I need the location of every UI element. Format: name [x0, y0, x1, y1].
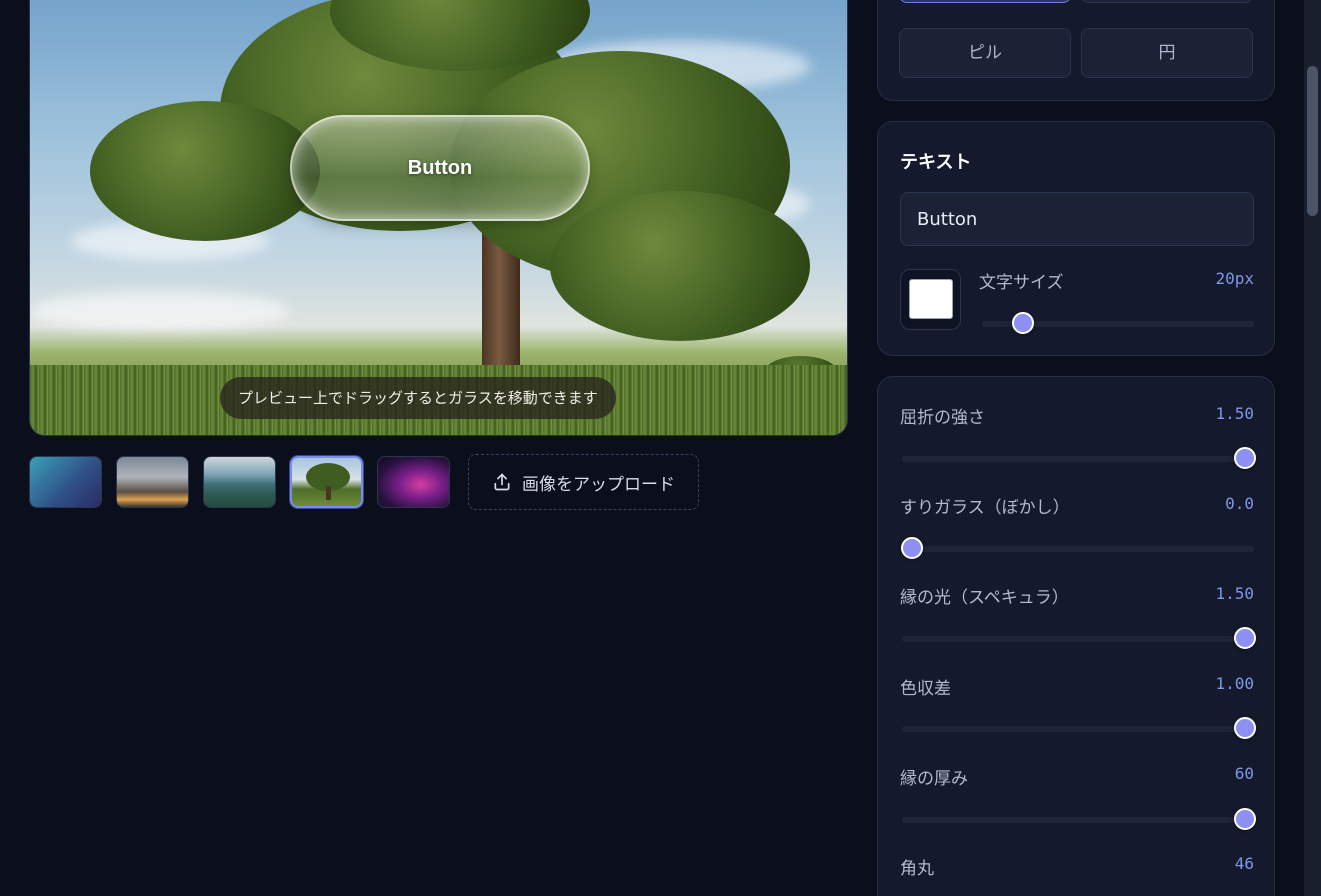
font-size-knob[interactable]	[1012, 312, 1034, 334]
frosted-blur-track[interactable]	[902, 546, 1254, 552]
shape-option-pill[interactable]: ピル	[899, 28, 1071, 78]
section-title-text: テキスト	[900, 152, 972, 173]
frosted-blur-knob[interactable]	[901, 537, 923, 559]
chromatic-aberration-knob[interactable]	[1234, 717, 1256, 739]
shape-option-circle[interactable]: 円	[1081, 28, 1253, 78]
drag-hint: プレビュー上でドラッグするとガラスを移動できます	[220, 377, 616, 419]
thumbnail-tree-trunk	[326, 486, 331, 500]
upload-image-button[interactable]: 画像をアップロード	[468, 454, 699, 510]
thumbnail-city[interactable]	[116, 456, 189, 508]
frosted-blur-label: すりガラス（ぼかし）	[900, 498, 1070, 518]
chromatic-aberration-value: 1.00	[1215, 674, 1254, 693]
thumbnail-tree[interactable]	[290, 456, 363, 508]
edge-thickness-label: 縁の厚み	[900, 769, 968, 789]
corner-radius-label: 角丸	[900, 859, 934, 879]
upload-icon	[494, 473, 510, 491]
refraction-label: 屈折の強さ	[900, 408, 985, 428]
refraction-track[interactable]	[902, 456, 1254, 462]
scrollbar-thumb[interactable]	[1307, 66, 1318, 216]
background-thumbnails: 画像をアップロード	[29, 454, 699, 510]
edge-thickness-value: 60	[1234, 764, 1254, 783]
corner-radius-value: 46	[1234, 854, 1254, 873]
glass-button-label: Button	[407, 156, 473, 179]
edge-thickness-track[interactable]	[902, 817, 1254, 823]
upload-label: 画像をアップロード	[522, 474, 675, 495]
refraction-knob[interactable]	[1234, 447, 1256, 469]
text-color-swatch	[909, 279, 953, 319]
glass-button[interactable]: Button	[290, 115, 590, 221]
effects-panel: 屈折の強さ 1.50 すりガラス（ぼかし） 0.0 縁の光（スペキュラ） 1.5…	[877, 376, 1275, 896]
thumbnail-abstract[interactable]	[377, 456, 450, 508]
text-panel: テキスト 文字サイズ 20px	[877, 121, 1275, 356]
specular-value: 1.50	[1215, 584, 1254, 603]
font-size-label: 文字サイズ	[979, 273, 1064, 293]
tree-canopy	[550, 191, 810, 341]
specular-track[interactable]	[902, 636, 1254, 642]
font-size-value: 20px	[1215, 269, 1254, 288]
specular-knob[interactable]	[1234, 627, 1256, 649]
refraction-value: 1.50	[1215, 404, 1254, 423]
thumbnail-gradient[interactable]	[29, 456, 102, 508]
tree-canopy	[90, 101, 320, 241]
specular-label: 縁の光（スペキュラ）	[900, 588, 1069, 608]
shape-panel: ピル 円	[877, 0, 1275, 101]
edge-thickness-knob[interactable]	[1234, 808, 1256, 830]
chromatic-aberration-track[interactable]	[902, 726, 1254, 732]
glass-preview[interactable]: Button プレビュー上でドラッグするとガラスを移動できます	[29, 0, 848, 436]
shape-option[interactable]	[1081, 0, 1253, 3]
text-color-picker[interactable]	[900, 269, 961, 330]
thumbnail-lake[interactable]	[203, 456, 276, 508]
frosted-blur-value: 0.0	[1225, 494, 1254, 513]
button-text-input[interactable]	[900, 192, 1254, 246]
shape-option-selected[interactable]	[899, 0, 1071, 3]
chromatic-aberration-label: 色収差	[900, 679, 951, 699]
cloud	[30, 291, 290, 331]
